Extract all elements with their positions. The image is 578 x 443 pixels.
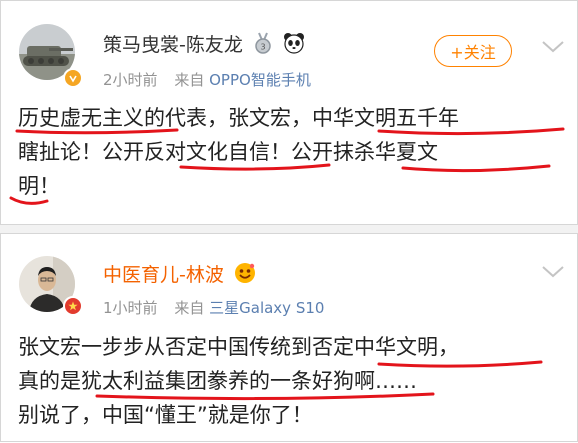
annotation-underlines-2 [95,360,543,401]
weibo-post-2: 中医育儿-林波 1小时前 来自 三星Galaxy S10 张文宏一步步从否定中国… [0,233,578,442]
weibo-post-1: 策马曳裳-陈友龙 3 2小时前 来自 OPPO智能手机 +关注 历史虚无主义的代… [0,0,578,225]
post-separator [0,225,578,233]
annotation-underlines-1 [9,127,565,205]
